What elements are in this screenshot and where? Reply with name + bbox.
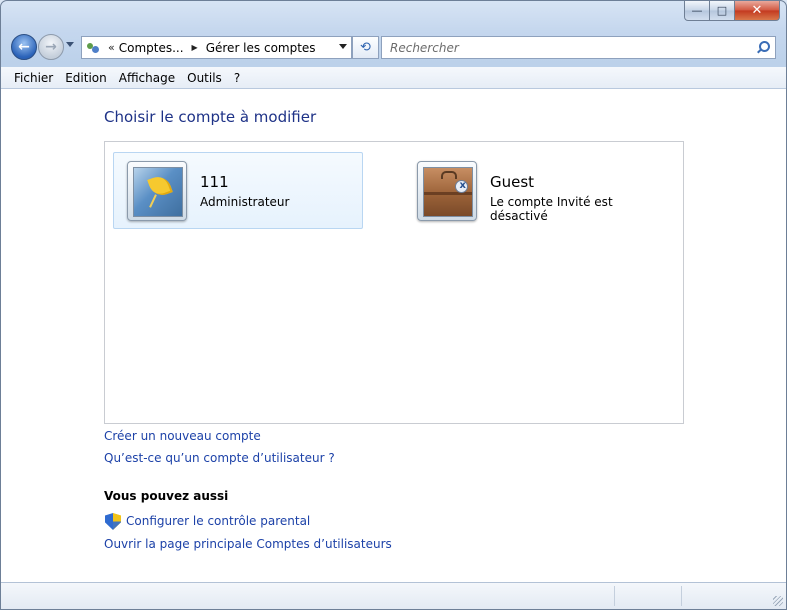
forward-button[interactable]: →	[38, 34, 64, 60]
avatar: x	[417, 161, 477, 221]
resize-grip-icon[interactable]	[773, 596, 783, 606]
back-button[interactable]: ←	[11, 34, 37, 60]
breadcrumb-separator-icon[interactable]: ▶	[192, 43, 198, 52]
user-accounts-icon	[86, 41, 100, 55]
page-title: Choisir le compte à modifier	[104, 108, 317, 126]
minimize-icon: —	[691, 4, 703, 17]
accounts-panel: 111 Administrateur x Guest Le compte Inv…	[104, 141, 684, 424]
parental-control-link[interactable]: Configurer le contrôle parental	[126, 514, 310, 528]
maximize-icon: □	[716, 4, 728, 17]
maximize-button[interactable]: □	[710, 1, 735, 21]
recent-pages-dropdown[interactable]	[66, 42, 74, 47]
menu-bar: Fichier Edition Affichage Outils ?	[1, 67, 786, 89]
avatar	[127, 161, 187, 221]
account-role: Administrateur	[200, 195, 290, 209]
menu-edition[interactable]: Edition	[60, 71, 112, 85]
search-icon[interactable]	[755, 40, 771, 56]
menu-affichage[interactable]: Affichage	[114, 71, 180, 85]
search-input[interactable]	[388, 39, 755, 56]
briefcase-avatar-icon: x	[423, 167, 473, 217]
back-arrow-icon: ←	[18, 39, 30, 55]
close-button[interactable]: ✕	[735, 1, 780, 21]
also-heading: Vous pouvez aussi	[104, 489, 229, 503]
close-icon: ✕	[751, 3, 763, 18]
status-bar	[1, 582, 786, 609]
breadcrumb-parent[interactable]: Comptes...	[119, 41, 184, 55]
status-divider	[614, 586, 615, 606]
search-box	[381, 36, 776, 59]
navigation-bar: ← → « Comptes... ▶ Gérer les comptes ⟲	[9, 31, 780, 63]
caption-buttons: — □ ✕	[684, 1, 780, 21]
breadcrumb-overflow-chevron[interactable]: «	[108, 41, 115, 54]
status-divider	[681, 586, 682, 606]
menu-fichier[interactable]: Fichier	[9, 71, 58, 85]
create-account-link[interactable]: Créer un nouveau compte	[104, 429, 261, 443]
menu-help[interactable]: ?	[229, 71, 245, 85]
address-bar[interactable]: « Comptes... ▶ Gérer les comptes	[81, 36, 352, 59]
uac-shield-icon	[105, 513, 121, 530]
account-tile-111[interactable]: 111 Administrateur	[113, 152, 363, 229]
yellow-leaf-avatar-icon	[133, 167, 183, 217]
menu-outils[interactable]: Outils	[182, 71, 227, 85]
user-accounts-home-link[interactable]: Ouvrir la page principale Comptes d’util…	[104, 537, 392, 551]
address-dropdown-icon[interactable]	[339, 44, 347, 49]
breadcrumb-current[interactable]: Gérer les comptes	[206, 41, 316, 55]
account-role: Le compte Invité est désactivé	[490, 195, 613, 223]
refresh-icon: ⟲	[360, 40, 371, 55]
forward-arrow-icon: →	[45, 39, 57, 55]
explorer-window: — □ ✕ ← → « Comptes... ▶ Gérer les compt…	[0, 0, 787, 610]
account-name: Guest	[490, 173, 535, 191]
account-name: 111	[200, 173, 229, 191]
account-tile-guest[interactable]: x Guest Le compte Invité est désactivé	[403, 152, 653, 229]
refresh-button[interactable]: ⟲	[352, 36, 379, 59]
main-content: Choisir le compte à modifier 111 Adminis…	[1, 89, 786, 583]
minimize-button[interactable]: —	[684, 1, 710, 21]
what-is-account-link[interactable]: Qu’est-ce qu’un compte d’utilisateur ?	[104, 451, 335, 465]
